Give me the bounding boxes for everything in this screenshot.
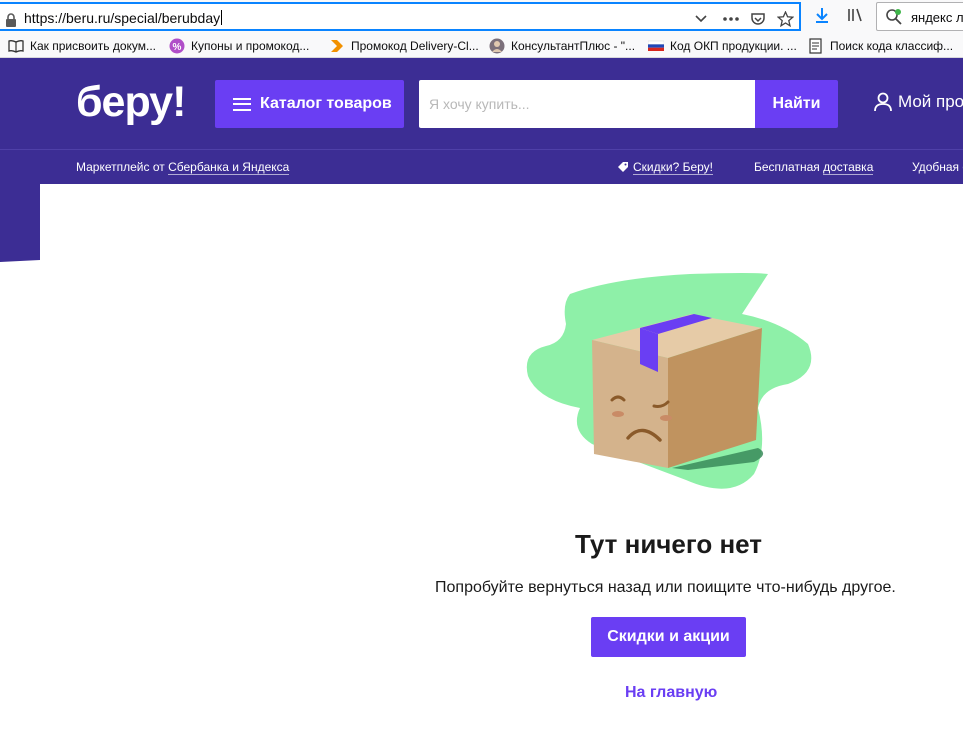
- bookmarks-bar: Как присвоить докум... % Купоны и промок…: [0, 33, 963, 58]
- bookmark-label: Поиск кода классиф...: [830, 38, 954, 53]
- svg-text:%: %: [173, 42, 182, 53]
- bookmark-item[interactable]: КонсультантПлюс - "...: [489, 37, 635, 54]
- bookmark-label: Купоны и промокод...: [191, 38, 310, 53]
- empty-state-subtitle: Попробуйте вернуться назад или поищите ч…: [435, 579, 896, 596]
- home-link[interactable]: На главную: [625, 684, 717, 702]
- profile-label: Мой профиль: [898, 92, 963, 111]
- library-icon[interactable]: [846, 6, 864, 24]
- browser-search-box[interactable]: яндекс л: [876, 2, 963, 31]
- pocket-icon[interactable]: [750, 11, 766, 27]
- delivery-label: доставка: [823, 160, 874, 175]
- search-icon: [886, 9, 902, 25]
- bookmark-label: Код ОКП продукции. ...: [670, 38, 797, 53]
- more-icon[interactable]: [722, 16, 740, 22]
- tag-icon: [618, 162, 628, 172]
- delivery-prefix: Бесплатная: [754, 160, 824, 174]
- bookmark-item[interactable]: % Купоны и промокод...: [169, 37, 309, 54]
- browser-search-text: яндекс л: [911, 10, 963, 25]
- document-icon: [809, 37, 822, 54]
- lock-icon: [6, 13, 16, 27]
- profile-link[interactable]: Мой профиль: [874, 92, 963, 112]
- book-icon: [8, 39, 24, 53]
- discounts-link[interactable]: Скидки? Беру!: [618, 160, 714, 175]
- percent-badge-icon: %: [169, 38, 185, 53]
- catalog-label: Каталог товаров: [260, 95, 392, 112]
- chevron-arrow-icon: [331, 39, 343, 52]
- bookmark-item[interactable]: Код ОКП продукции. ...: [648, 37, 797, 54]
- url-text: https://beru.ru/special/berubday: [24, 10, 223, 26]
- marketplace-info: Маркетплейс от Сбербанка и Яндекса: [76, 160, 290, 175]
- find-button[interactable]: Найти: [755, 80, 838, 128]
- user-icon: [874, 92, 892, 112]
- bookmark-label: Промокод Delivery-Cl...: [351, 38, 479, 53]
- star-icon[interactable]: [777, 11, 794, 27]
- chevron-down-icon[interactable]: [694, 11, 708, 25]
- discounts-label: Скидки? Беру!: [633, 160, 714, 175]
- marketplace-prefix: Маркетплейс от: [76, 160, 169, 174]
- empty-state-title: Тут ничего нет: [574, 529, 762, 559]
- search-input[interactable]: [419, 80, 755, 128]
- bookmark-item[interactable]: Промокод Delivery-Cl...: [329, 37, 479, 54]
- deals-button[interactable]: Скидки и акции: [591, 617, 746, 657]
- page: https://beru.ru/special/berubday яндекс …: [0, 0, 963, 735]
- bookmark-label: Как присвоить докум...: [30, 38, 156, 53]
- sub-navigation: Маркетплейс от Сбербанка и Яндекса Скидк…: [0, 149, 963, 184]
- payment-link[interactable]: Удобная оплата: [912, 160, 963, 174]
- marketplace-link[interactable]: Сбербанка и Яндекса: [168, 160, 290, 175]
- decorative-corner-shape: [0, 184, 40, 262]
- menu-icon: [233, 97, 251, 111]
- download-icon[interactable]: [813, 6, 831, 24]
- url-field[interactable]: https://beru.ru/special/berubday: [0, 2, 801, 31]
- russia-flag-icon: [648, 40, 664, 51]
- logo[interactable]: беру!: [76, 78, 186, 127]
- browser-toolbar: https://beru.ru/special/berubday яндекс …: [0, 0, 963, 33]
- bookmark-item[interactable]: Как присвоить докум...: [8, 37, 156, 54]
- site-header: беру! Каталог товаров Найти Мой профиль: [0, 58, 963, 149]
- sad-box-illustration: [526, 273, 812, 489]
- catalog-button[interactable]: Каталог товаров: [215, 80, 404, 128]
- avatar-icon: [489, 38, 505, 53]
- delivery-link[interactable]: Бесплатная доставка: [754, 160, 874, 175]
- bookmark-label: КонсультантПлюс - "...: [511, 38, 636, 53]
- bookmark-item[interactable]: Поиск кода классиф...: [808, 37, 953, 54]
